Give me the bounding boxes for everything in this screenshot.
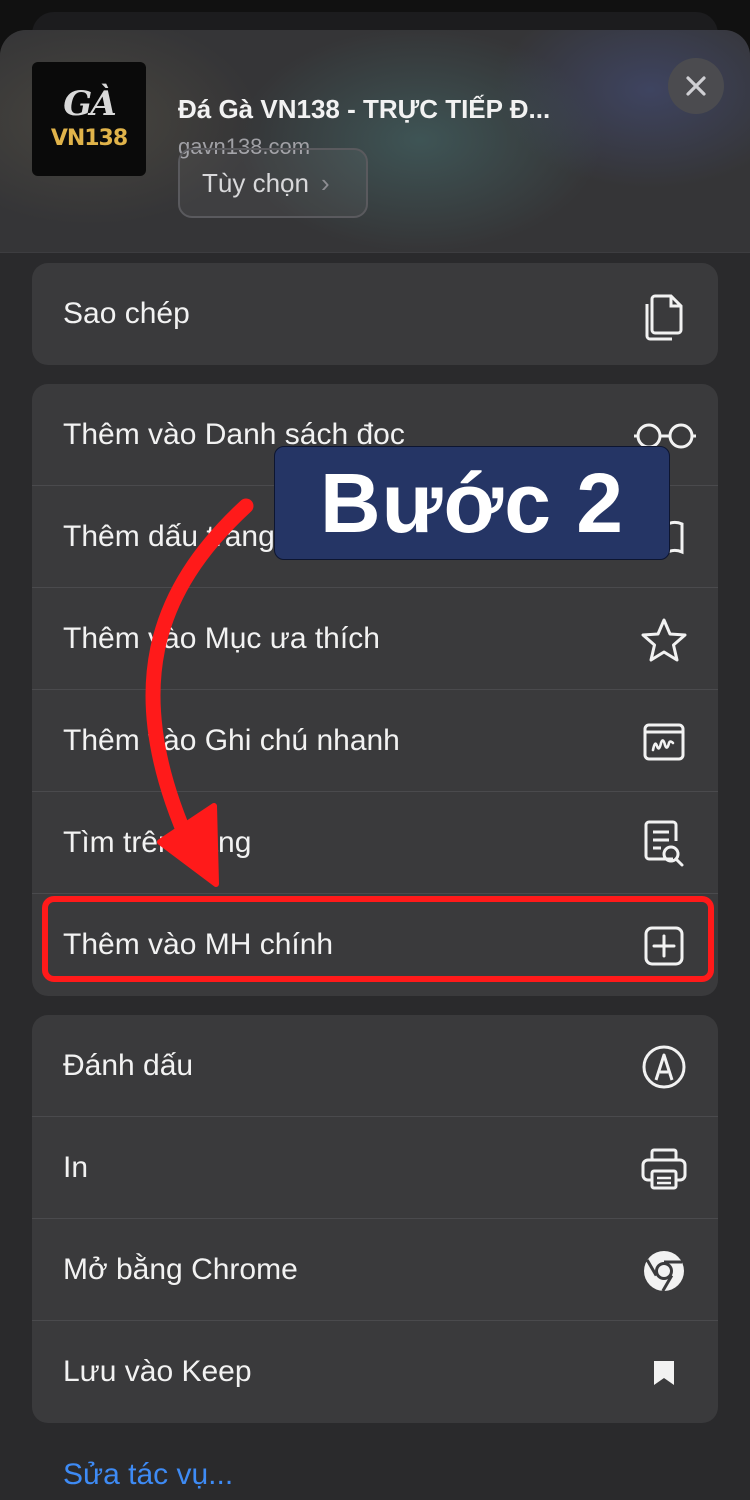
quick-note-icon [640, 718, 688, 766]
action-group-other: Đánh dấu In Mở bằng Chrome Lưu vào Keep [32, 1015, 718, 1423]
star-icon [640, 616, 688, 664]
find-on-page-icon [640, 820, 688, 868]
action-add-favorites[interactable]: Thêm vào Mục ưa thích [32, 588, 718, 690]
action-label: Thêm dấu trang [63, 520, 275, 553]
action-quick-note[interactable]: Thêm vào Ghi chú nhanh [32, 690, 718, 792]
action-label: Lưu vào Keep [63, 1355, 252, 1388]
close-icon [686, 76, 706, 96]
action-label: In [63, 1151, 89, 1184]
action-label: Sao chép [63, 297, 190, 330]
site-logo: GÀ VN138 [32, 62, 146, 176]
printer-icon [640, 1145, 688, 1193]
action-copy[interactable]: Sao chép [32, 263, 718, 365]
action-group-copy: Sao chép [32, 263, 718, 365]
markup-icon [640, 1043, 688, 1091]
action-label: Mở bằng Chrome [63, 1253, 298, 1286]
chevron-right-icon: › [320, 167, 330, 198]
logo-text-bottom: VN138 [50, 126, 128, 151]
action-label: Thêm vào Mục ưa thích [63, 622, 380, 655]
action-save-to-keep[interactable]: Lưu vào Keep [32, 1321, 718, 1423]
share-sheet-header: GÀ VN138 Đá Gà VN138 - TRỰC TIẾP Đ... ga… [0, 30, 750, 253]
logo-text-top: GÀ [63, 84, 116, 124]
step-badge: Bước 2 [274, 446, 670, 560]
bookmark-icon [640, 1349, 688, 1397]
options-button[interactable]: Tùy chọn › [178, 148, 368, 218]
action-markup[interactable]: Đánh dấu [32, 1015, 718, 1117]
action-find-on-page[interactable]: Tìm trên trang [32, 792, 718, 894]
highlight-box [42, 896, 714, 982]
page-title: Đá Gà VN138 - TRỰC TIẾP Đ... [178, 94, 551, 124]
action-open-in-chrome[interactable]: Mở bằng Chrome [32, 1219, 718, 1321]
edit-actions-link[interactable]: Sửa tác vụ... [63, 1458, 233, 1492]
copy-icon [640, 291, 688, 341]
action-label: Thêm vào Ghi chú nhanh [63, 724, 400, 757]
action-label: Đánh dấu [63, 1049, 194, 1082]
chrome-icon [640, 1247, 688, 1295]
options-button-label: Tùy chọn [202, 167, 309, 198]
action-label: Tìm trên trang [63, 826, 252, 859]
close-button[interactable] [668, 58, 724, 114]
action-print[interactable]: In [32, 1117, 718, 1219]
